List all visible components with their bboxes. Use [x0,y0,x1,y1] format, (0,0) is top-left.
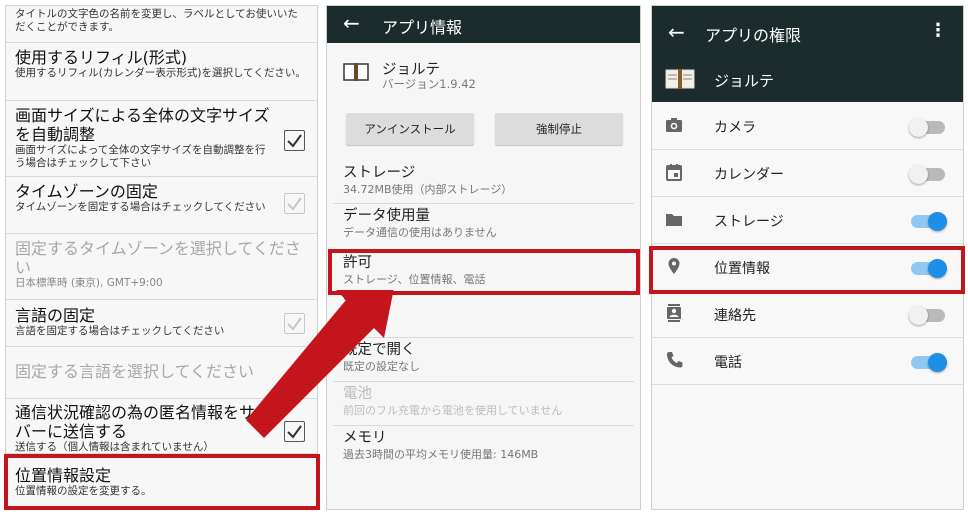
timezone-fix-sub: タイムゾーンを固定する場合はチェックしてください [15,201,266,213]
permissions-appbar: ← アプリの権限 ⋮ ジョルテ [652,6,963,102]
red-arrow-icon [246,290,394,438]
back-arrow-icon[interactable]: ← [343,11,360,35]
storage-row[interactable]: ストレージ 34.72MB使用（内部ストレージ） [327,164,640,197]
permission-label: カメラ [714,120,756,136]
permission-row-contacts[interactable]: 連絡先 [652,291,963,338]
title-color-desc: タイトルの文字色の名前を変更し、ラベルとしてお使いいただくことができます。 [15,8,298,33]
permission-row-phone[interactable]: 電話 [652,338,963,385]
permission-row-calendar[interactable]: カレンダー [652,150,963,197]
data-usage-row[interactable]: データ使用量 データ通信の使用はありません [327,207,640,240]
language-fix-sub: 言語を固定する場合はチェックしてください [15,325,225,337]
refill-title: 使用するリフィル(形式) [15,48,188,67]
storage-sub: 34.72MB使用（内部ストレージ） [343,183,513,196]
refill-sub: 使用するリフィル(カレンダー表示形式)を選択してください。 [15,67,306,79]
app-version: バージョン1.9.42 [382,77,476,91]
auto-text-size-title: 画面サイズによる全体の文字サイズを自動調整 [15,106,270,144]
data-usage-sub: データ通信の使用はありません [343,226,497,239]
app-book-icon [343,62,369,86]
contacts-toggle[interactable] [909,306,947,325]
timezone-fix-checkbox[interactable] [284,193,305,214]
contacts-icon [667,304,681,322]
permission-label: 電話 [714,355,742,371]
data-usage-title: データ使用量 [343,208,430,224]
permission-label: カレンダー [714,167,784,183]
storage-toggle[interactable] [909,212,947,231]
permission-label: 連絡先 [714,308,756,324]
auto-text-size-checkbox[interactable] [284,130,305,151]
permission-row-camera[interactable]: カメラ [652,103,963,150]
calendar-toggle[interactable] [909,165,947,184]
timezone-select-title: 固定するタイムゾーンを選択してください [15,239,301,277]
permission-label: ストレージ [714,214,784,230]
highlight-location-setting [4,454,320,510]
storage-title: ストレージ [343,165,416,181]
checkmark-icon [287,134,302,148]
app-info-appbar: ← アプリ情報 [327,6,640,43]
permission-row-storage[interactable]: ストレージ [652,197,963,244]
refill-setting-row[interactable]: 使用するリフィル(形式) 使用するリフィル(カレンダー表示形式)を選択してくださ… [6,43,317,101]
auto-text-size-sub: 画面サイズによって全体の文字サイズを自動調整を行う場合はチェックして下さい [15,144,266,169]
appbar-title: アプリ情報 [382,18,463,37]
overflow-menu-icon[interactable]: ⋮ [929,20,947,41]
timezone-fix-row[interactable]: タイムゾーンの固定 タイムゾーンを固定する場合はチェックしてください [6,177,317,234]
back-arrow-icon[interactable]: ← [668,20,685,44]
anonymous-info-sub: 送信する（個人情報は含まれていません） [15,441,214,453]
folder-icon [666,214,682,226]
auto-text-size-row[interactable]: 画面サイズによる全体の文字サイズを自動調整 画面サイズによって全体の文字サイズを… [6,101,317,177]
phone-icon [667,352,683,368]
checkmark-icon [287,197,302,211]
camera-icon [666,118,682,132]
highlight-permissions [328,249,640,295]
app-book-icon [665,68,695,94]
calendar-icon [666,164,682,181]
appbar-title: アプリの権限 [705,26,802,45]
uninstall-button[interactable]: アンインストール [346,113,474,145]
divider [333,203,634,204]
timezone-fix-title: タイムゾーンの固定 [15,182,158,201]
timezone-select-sub: 日本標準時 (東京), GMT+9:00 [15,277,163,289]
title-color-desc-row: タイトルの文字色の名前を変更し、ラベルとしてお使いいただくことができます。 [6,6,317,43]
app-name: ジョルテ [714,72,775,90]
anonymous-info-title: 通信状況確認の為の匿名情報をサーバーに送信する [15,403,272,441]
phone-toggle[interactable] [909,353,947,372]
force-stop-button[interactable]: 強制停止 [495,113,623,145]
highlight-location-permission [649,246,965,294]
language-fix-title: 言語の固定 [15,306,96,325]
camera-toggle[interactable] [909,118,947,137]
